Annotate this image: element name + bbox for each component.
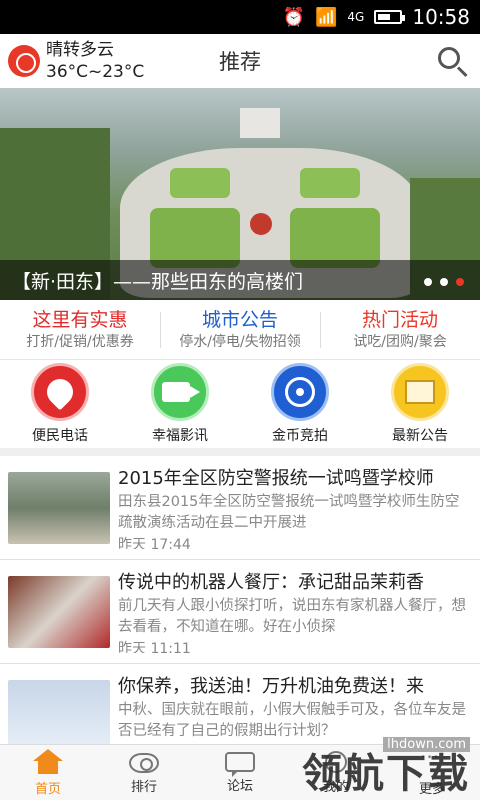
news-thumbnail (8, 680, 110, 752)
quick-link-subtitle: 打折/促销/优惠券 (26, 333, 134, 350)
eye-icon (129, 753, 159, 773)
network-type: 4G (347, 10, 365, 24)
service-notices[interactable]: 最新公告 (360, 363, 480, 445)
quick-link-title: 城市公告 (201, 308, 278, 331)
news-time: 昨天 11:11 (118, 641, 191, 653)
carousel-indicator (424, 278, 464, 286)
carousel-dot-active[interactable] (456, 278, 464, 286)
quick-link-subtitle: 试吃/团购/聚会 (353, 333, 447, 350)
banner-caption: 【新·田东】——那些田东的高楼们 (0, 260, 480, 300)
news-thumbnail (8, 576, 110, 648)
service-auction[interactable]: 金币竞拍 (240, 363, 360, 445)
news-thumbnail (8, 472, 110, 544)
notice-icon (391, 363, 449, 421)
news-summary: 田东县2015年全区防空警报统一试鸣暨学校师生防空疏散演练活动在县二中开展进 (118, 494, 460, 531)
status-time: 10:58 (412, 5, 470, 29)
weather-temperature: 36°C~23°C (46, 62, 145, 82)
quick-link-hot-events[interactable]: 热门活动 试吃/团购/聚会 (320, 308, 480, 352)
weather-description: 晴转多云 (46, 40, 114, 60)
weather-widget[interactable]: 晴转多云 36°C~23°C (8, 39, 144, 83)
news-item[interactable]: 2015年全区防空警报统一试鸣暨学校师 田东县2015年全区防空警报统一试鸣暨学… (0, 456, 480, 560)
bottom-navigation: 首页 排行 论坛 我的 更多 (0, 744, 480, 800)
news-title: 2015年全区防空警报统一试鸣暨学校师 (118, 468, 434, 489)
nav-label: 我的 (322, 779, 349, 795)
nav-forum[interactable]: 论坛 (192, 745, 288, 800)
service-hotline[interactable]: 便民电话 (0, 363, 120, 445)
wifi-icon: 📶 (315, 6, 338, 28)
rocket-icon (31, 363, 89, 421)
more-icon (417, 745, 447, 775)
service-label: 幸福影讯 (152, 428, 208, 444)
quick-link-title: 这里有实惠 (32, 308, 128, 331)
nav-label: 更多 (418, 781, 445, 797)
video-camera-icon (151, 363, 209, 421)
service-label: 金币竞拍 (272, 428, 328, 444)
nav-label: 首页 (34, 781, 61, 797)
news-summary: 中秋、国庆就在眼前，小假大假触手可及，各位车友是否已经有了自己的假期出行计划？ (118, 702, 466, 739)
chat-icon (225, 751, 255, 777)
news-item[interactable]: 传说中的机器人餐厅：承记甜品茉莉香 前几天有人跟小侦探打听，说田东有家机器人餐厅… (0, 560, 480, 664)
search-button[interactable] (432, 41, 472, 81)
banner-carousel[interactable]: 【新·田东】——那些田东的高楼们 (0, 88, 480, 300)
service-movies[interactable]: 幸福影讯 (120, 363, 240, 445)
status-bar: ⏰ 📶 4G 10:58 (0, 0, 480, 34)
battery-icon (374, 10, 406, 24)
service-grid: 便民电话 幸福影讯 金币竞拍 最新公告 (0, 360, 480, 456)
nav-label: 排行 (130, 780, 157, 795)
coin-icon (271, 363, 329, 421)
app-header: 晴转多云 36°C~23°C 推荐 (0, 34, 480, 88)
sun-icon (8, 45, 40, 77)
user-icon (325, 750, 347, 773)
news-title: 传说中的机器人餐厅：承记甜品茉莉香 (118, 572, 424, 593)
news-summary: 前几天有人跟小侦探打听，说田东有家机器人餐厅，想去看看，不知道在哪。好在小侦探 (118, 598, 466, 635)
carousel-dot[interactable] (424, 278, 432, 286)
alarm-icon: ⏰ (282, 6, 305, 28)
nav-label: 论坛 (226, 778, 253, 794)
quick-link-title: 热门活动 (361, 308, 438, 331)
news-list: 2015年全区防空警报统一试鸣暨学校师 田东县2015年全区防空警报统一试鸣暨学… (0, 456, 480, 768)
quick-links: 这里有实惠 打折/促销/优惠券 城市公告 停水/停电/失物招领 热门活动 试吃/… (0, 300, 480, 360)
service-label: 最新公告 (392, 428, 448, 444)
nav-ranking[interactable]: 排行 (96, 745, 192, 800)
news-title: 你保养，我送油！万升机油免费送！来 (118, 676, 424, 697)
quick-link-city-notice[interactable]: 城市公告 停水/停电/失物招领 (160, 308, 320, 352)
home-icon (33, 748, 63, 775)
news-time: 昨天 17:44 (118, 537, 191, 549)
nav-mine[interactable]: 我的 (288, 745, 384, 800)
carousel-dot[interactable] (440, 278, 448, 286)
service-label: 便民电话 (32, 428, 88, 444)
nav-more[interactable]: 更多 (384, 745, 480, 800)
quick-link-subtitle: 停水/停电/失物招领 (179, 333, 301, 350)
quick-link-deals[interactable]: 这里有实惠 打折/促销/优惠券 (0, 308, 160, 352)
nav-home[interactable]: 首页 (0, 745, 96, 800)
